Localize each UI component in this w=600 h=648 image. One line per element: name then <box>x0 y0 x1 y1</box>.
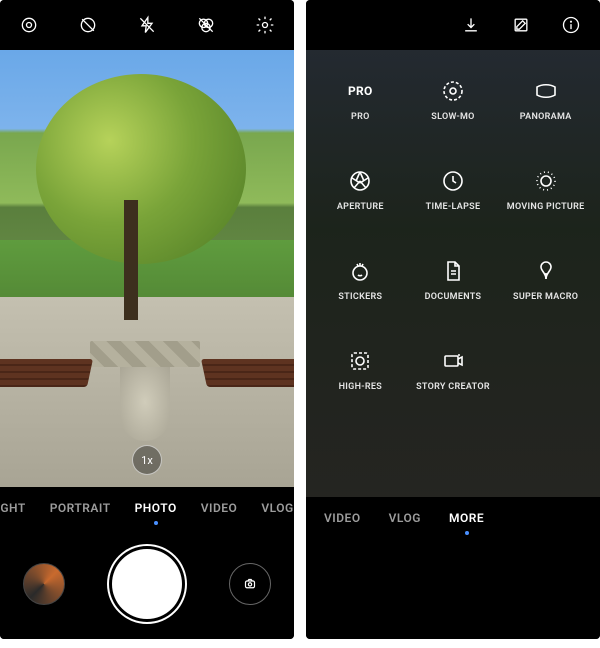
mode-moving-picture[interactable]: MOVING PICTURE <box>507 168 585 212</box>
top-toolbar <box>0 0 294 50</box>
mode-panorama[interactable]: PANORAMA <box>520 78 572 122</box>
gallery-thumbnail[interactable] <box>23 563 65 605</box>
mode-grid: PRO PRO SLOW-MO PANORAMA APERTURE TIME-L… <box>306 50 600 497</box>
mode-video[interactable]: VIDEO <box>201 501 238 515</box>
documents-icon <box>440 258 466 284</box>
mode-high-res[interactable]: HIGH-RES <box>339 348 382 392</box>
mode-label: APERTURE <box>337 202 384 212</box>
viewfinder[interactable]: 1x <box>0 50 294 487</box>
mode-photo[interactable]: PHOTO <box>135 501 177 515</box>
zoom-badge[interactable]: 1x <box>132 445 162 475</box>
super-macro-icon <box>533 258 559 284</box>
mode-label: PANORAMA <box>520 112 572 122</box>
shutter-button[interactable] <box>112 549 182 619</box>
motion-photo-icon[interactable] <box>18 14 40 36</box>
mode-pro[interactable]: PRO PRO <box>347 78 373 122</box>
panorama-icon <box>533 78 559 104</box>
mode-story-creator[interactable]: STORY CREATOR <box>416 348 490 392</box>
mode-label: STORY CREATOR <box>416 382 490 392</box>
mode-slowmo[interactable]: SLOW-MO <box>431 78 474 122</box>
camera-app-photo-mode: 1x GHT PORTRAIT PHOTO VIDEO VLOG <box>0 0 294 639</box>
top-toolbar <box>306 0 600 50</box>
mode-stickers[interactable]: STICKERS <box>338 258 382 302</box>
mode-label: PRO <box>351 112 370 122</box>
filter-off-icon[interactable] <box>195 14 217 36</box>
aperture-icon <box>347 168 373 194</box>
mode-label: TIME-LAPSE <box>426 202 481 212</box>
mode-vlog[interactable]: VLOG <box>261 501 293 515</box>
high-res-icon <box>347 348 373 374</box>
mode-rail[interactable]: GHT PORTRAIT PHOTO VIDEO VLOG <box>0 487 294 529</box>
bottom-controls-empty <box>306 539 600 639</box>
flash-off-icon[interactable] <box>77 14 99 36</box>
settings-icon[interactable] <box>254 14 276 36</box>
slowmo-icon <box>440 78 466 104</box>
mode-timelapse[interactable]: TIME-LAPSE <box>426 168 481 212</box>
stickers-icon <box>347 258 373 284</box>
mode-documents[interactable]: DOCUMENTS <box>425 258 482 302</box>
mode-label: SLOW-MO <box>431 112 474 122</box>
ai-off-icon[interactable] <box>136 14 158 36</box>
edit-icon[interactable] <box>510 14 532 36</box>
mode-vlog[interactable]: VLOG <box>389 511 421 525</box>
mode-more[interactable]: MORE <box>449 511 484 525</box>
viewfinder-dimmed: PRO PRO SLOW-MO PANORAMA APERTURE TIME-L… <box>306 50 600 497</box>
mode-aperture[interactable]: APERTURE <box>337 168 384 212</box>
mode-label: SUPER MACRO <box>513 292 578 302</box>
pro-icon: PRO <box>347 78 373 104</box>
camera-app-more-mode: PRO PRO SLOW-MO PANORAMA APERTURE TIME-L… <box>306 0 600 639</box>
mode-super-macro[interactable]: SUPER MACRO <box>513 258 578 302</box>
mode-label: DOCUMENTS <box>425 292 482 302</box>
mode-night[interactable]: GHT <box>0 501 25 515</box>
mode-label: STICKERS <box>338 292 382 302</box>
mode-label: HIGH-RES <box>339 382 382 392</box>
mode-video[interactable]: VIDEO <box>324 511 361 525</box>
download-icon[interactable] <box>460 14 482 36</box>
story-creator-icon <box>440 348 466 374</box>
bottom-controls <box>0 529 294 639</box>
info-icon[interactable] <box>560 14 582 36</box>
camera-flip-button[interactable] <box>229 563 271 605</box>
timelapse-icon <box>440 168 466 194</box>
mode-label: MOVING PICTURE <box>507 202 585 212</box>
moving-picture-icon <box>533 168 559 194</box>
mode-rail[interactable]: VIDEO VLOG MORE <box>306 497 600 539</box>
mode-portrait[interactable]: PORTRAIT <box>50 501 111 515</box>
